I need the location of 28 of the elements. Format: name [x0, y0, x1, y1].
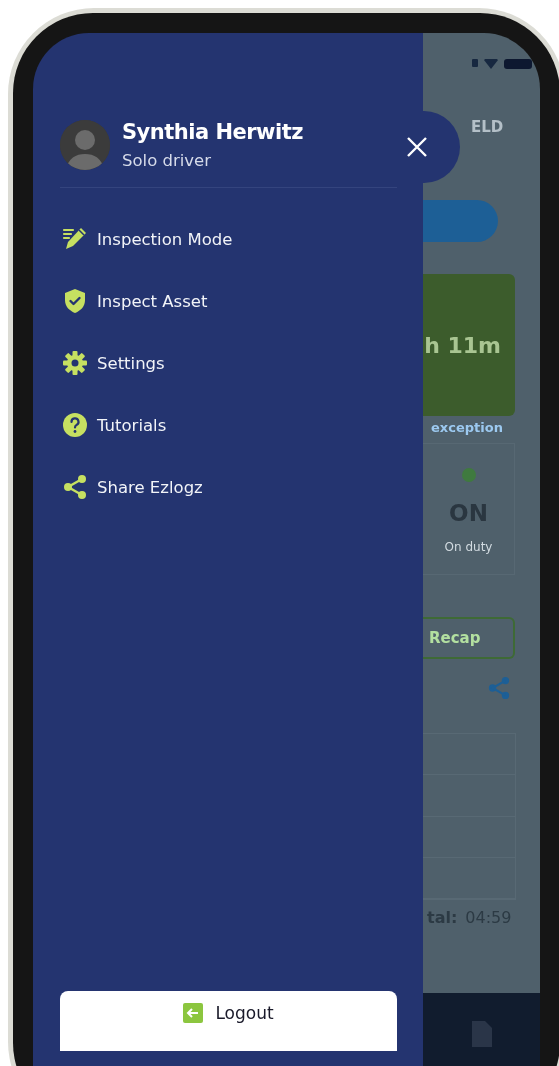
user-role: Solo driver [122, 151, 213, 170]
pencil-icon [62, 226, 88, 252]
menu-item[interactable]: Inspect Asset [60, 270, 208, 332]
status-label: On duty [444, 540, 493, 554]
help-icon [62, 412, 88, 438]
menu-item[interactable]: Tutorials [60, 394, 167, 456]
share-icon [62, 474, 88, 500]
menu-item[interactable]: Settings [60, 332, 165, 394]
pill-button[interactable] [423, 200, 498, 242]
status-dot [461, 468, 476, 482]
exception-link[interactable]: exception [431, 420, 540, 435]
wifi-icon [484, 59, 498, 69]
shield-check-icon [62, 288, 88, 314]
share-icon[interactable] [487, 675, 511, 701]
close-icon [406, 136, 428, 158]
tab-label[interactable]: ELD [471, 118, 540, 136]
document-icon[interactable] [471, 1021, 492, 1047]
menu-item[interactable]: Share Ezlogz [60, 456, 203, 518]
logout-button[interactable]: Logout [60, 991, 397, 1051]
logout-icon [183, 1003, 204, 1023]
user-name: Synthia Herwitz [122, 120, 303, 144]
recap-button[interactable]: Recap [423, 617, 515, 659]
menu-item[interactable]: Inspection Mode [60, 208, 233, 270]
battery-icon [504, 59, 532, 69]
signal-icon [472, 59, 478, 67]
avatar [60, 120, 110, 170]
timer-text: h 11m [424, 332, 501, 358]
settings-icon [62, 350, 88, 376]
